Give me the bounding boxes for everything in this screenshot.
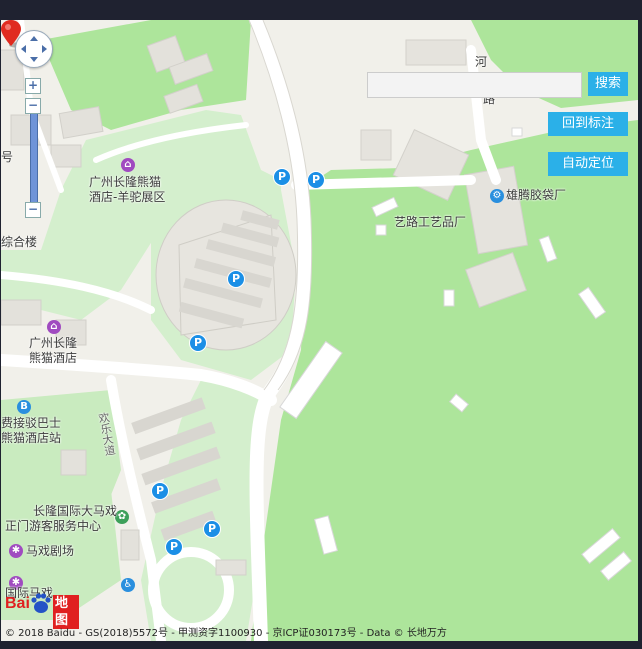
navigation-pan-icon[interactable] [15,30,53,68]
panda-hotel-label-1[interactable]: 广州长隆 [29,336,77,351]
parking-icon[interactable]: P [165,538,183,556]
circus-label-2[interactable]: 正门游客服务中心 [5,519,101,534]
map-tiles [1,20,638,641]
circus-label-1[interactable]: 长隆国际大马戏 [33,504,117,519]
window-frame: 河 路 号 综合楼 ⌂ 广州长隆熊猫 酒店-羊驼展区 ⌂ 广州长隆 熊猫酒店 B… [0,0,642,649]
back-to-marker-button[interactable]: 回到标注 [548,112,628,136]
baidu-paw-icon [31,593,51,613]
auto-locate-button[interactable]: 自动定位 [548,152,628,176]
panda-hotel-label-2[interactable]: 熊猫酒店 [29,351,77,366]
map-canvas[interactable]: 河 路 号 综合楼 ⌂ 广州长隆熊猫 酒店-羊驼展区 ⌂ 广州长隆 熊猫酒店 B… [1,20,638,641]
zoom-slider-handle[interactable]: − [25,98,41,114]
baidu-logo-text: Bai [5,595,30,612]
bag-factory-label[interactable]: 雄腾胶袋厂 [506,188,566,203]
theatre-icon: ✱ [9,544,23,558]
alpaca-exhibit-label-1[interactable]: 广州长隆熊猫 [89,175,161,190]
shuttle-label-2[interactable]: 熊猫酒店站 [1,431,61,446]
hotel-icon: ⌂ [47,320,61,334]
alpaca-exhibit-label-2[interactable]: 酒店-羊驼展区 [89,190,165,205]
zoom-slider-track[interactable] [30,114,38,202]
search-button[interactable]: 搜索 [588,72,628,96]
zoom-in-button[interactable]: + [25,78,41,94]
shuttle-label-1[interactable]: 费接驳巴士 [1,416,61,431]
parking-icon[interactable]: P [151,482,169,500]
restroom-icon: ♿ [121,578,135,592]
parking-icon[interactable]: P [307,171,325,189]
circus-icon: ✿ [115,510,129,524]
circus-theatre-label[interactable]: 马戏剧场 [26,544,74,559]
zoom-out-button[interactable]: − [25,202,41,218]
parking-icon[interactable]: P [189,334,207,352]
road-label-he: 河 [475,55,488,69]
complex-building-label: 综合楼 [1,235,38,249]
search-input[interactable] [367,72,582,98]
baidu-logo[interactable]: Bai 地图 [5,592,79,629]
building-number-label: 号 [1,150,14,164]
crafts-factory-label[interactable]: 艺路工艺品厂 [394,215,466,230]
hotel-icon: ⌂ [121,158,135,172]
top-bar [0,0,642,20]
factory-icon: ⚙ [490,189,504,203]
parking-icon[interactable]: P [227,270,245,288]
parking-icon[interactable]: P [273,168,291,186]
copyright-text: © 2018 Baidu - GS(2018)5572号 - 甲测资字11009… [5,628,447,639]
bus-icon: B [17,400,31,414]
parking-icon[interactable]: P [203,520,221,538]
